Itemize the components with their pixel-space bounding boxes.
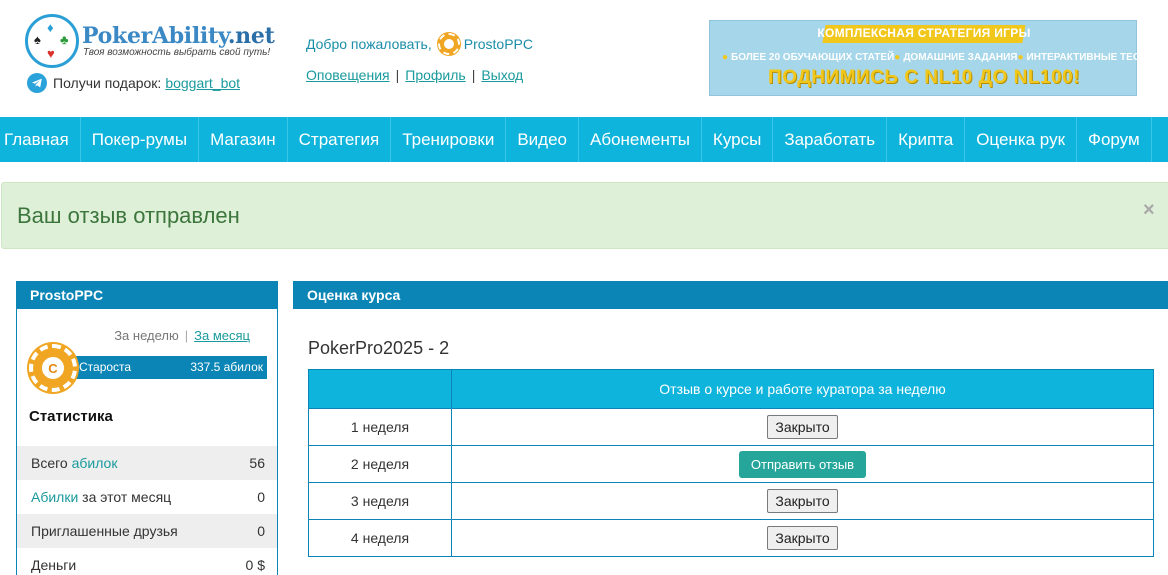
weekly-review-table: Отзыв о курсе и работе куратора за недел…	[308, 369, 1154, 557]
table-row: 1 неделя Закрыто	[308, 408, 1154, 446]
course-title: PokerPro2025 - 2	[308, 338, 450, 358]
stat-month-abilki: Абилки за этот месяц 0	[31, 489, 265, 505]
table-header-week	[308, 369, 452, 409]
success-alert: Ваш отзыв отправлен ×	[1, 182, 1168, 249]
bullet-icon: ●	[722, 52, 729, 63]
banner-features: ● БОЛЕЕ 20 ОБУЧАЮЩИХ СТАТЕЙ ● ДОМАШНИЕ ЗАД…	[722, 52, 1156, 63]
bullet-icon: ●	[1017, 52, 1024, 63]
stat-value: 0	[257, 489, 265, 505]
stats-title: Статистика	[29, 408, 113, 425]
nav-item-training[interactable]: Тренировки	[391, 117, 507, 162]
logo-wordmark: PokerAbility.net	[82, 23, 275, 49]
nav-item-poker-rooms[interactable]: Покер-румы	[81, 117, 200, 162]
logo-emblem-icon: ♠ ♦ ♣ ♥	[25, 14, 79, 68]
profile-panel-title: ProstoPPC	[17, 281, 277, 309]
rank-bar: Староста 337.5 абилок	[65, 356, 267, 379]
welcome-username[interactable]: ProstoPPC	[464, 36, 533, 52]
send-review-button[interactable]: Отправить отзыв	[738, 450, 867, 478]
closed-button[interactable]: Закрыто	[767, 526, 838, 550]
site-logo[interactable]: ♠ ♦ ♣ ♥ PokerAbility.net Твоя возможност…	[25, 14, 275, 70]
rank-name: Староста	[79, 360, 132, 374]
alert-message: Ваш отзыв отправлен	[17, 203, 240, 228]
week-label: 4 неделя	[308, 519, 452, 557]
table-row: 2 неделя Отправить отзыв	[308, 445, 1154, 483]
period-switch: За неделю | За месяц	[114, 328, 250, 343]
banner-feature: ● БОЛЕЕ 20 ОБУЧАЮЩИХ СТАТЕЙ	[722, 52, 895, 63]
logout-link[interactable]: Выход	[481, 67, 523, 83]
banner-headline: ПОДНИМИСЬ С NL10 ДО NL100!	[768, 67, 1080, 88]
user-rank-chip-icon	[437, 33, 460, 55]
closed-button[interactable]: Закрыто	[767, 489, 838, 513]
gift-promo: Получи подарок: boggart_bot	[27, 72, 240, 94]
table-header-review: Отзыв о курсе и работе куратора за недел…	[451, 369, 1154, 409]
nav-item-courses[interactable]: Курсы	[702, 117, 774, 162]
closed-button[interactable]: Закрыто	[767, 415, 838, 439]
stat-value: 0	[257, 523, 265, 539]
course-review-panel: Оценка курса PokerPro2025 - 2 Отзыв о ку…	[293, 281, 1168, 575]
strategy-banner[interactable]: КОМПЛЕКСНАЯ СТРАТЕГИЯ ИГРЫ ● БОЛЕЕ 20 ОБУ…	[709, 20, 1156, 96]
period-week-tab[interactable]: За неделю	[114, 328, 179, 343]
close-icon[interactable]: ×	[1143, 199, 1155, 222]
telegram-icon	[27, 73, 47, 93]
stat-value: 0 $	[245, 557, 265, 573]
nav-item-shop[interactable]: Магазин	[199, 117, 288, 162]
main-nav: Главная Покер-румы Магазин Стратегия Тре…	[0, 117, 1168, 162]
logo-tagline: Твоя возможность выбрать свой путь!	[83, 47, 271, 58]
stat-invited-friends: Приглашенные друзья 0	[17, 514, 277, 548]
period-month-tab[interactable]: За месяц	[194, 328, 250, 343]
banner-feature: ● ДОМАШНИЕ ЗАДАНИЯ	[894, 52, 1018, 63]
user-links: Оповещения | Профиль | Выход	[306, 67, 524, 83]
week-label: 3 неделя	[308, 482, 452, 520]
review-panel-title: Оценка курса	[293, 281, 1168, 309]
week-label: 1 неделя	[308, 408, 452, 446]
table-row: 3 неделя Закрыто	[308, 482, 1154, 520]
nav-item-forum[interactable]: Форум	[1077, 117, 1152, 162]
stat-value: 56	[249, 455, 265, 471]
gift-label: Получи подарок:	[53, 75, 162, 91]
nav-item-hand-review[interactable]: Оценка рук	[965, 117, 1078, 162]
profile-panel: ProstoPPC За неделю | За месяц Староста 33…	[16, 281, 278, 575]
rank-chip-icon: C	[29, 344, 77, 392]
bullet-icon: ●	[894, 52, 901, 63]
welcome-line: Добро пожаловать, ProstoPPC	[306, 33, 533, 55]
banner-feature: ● ИНТЕРАКТИВНЫЕ ТЕСТЫ	[1017, 52, 1156, 63]
table-row: 4 неделя Закрыто	[308, 519, 1154, 557]
gift-bot-link[interactable]: boggart_bot	[165, 75, 240, 91]
abilki-link[interactable]: Абилки	[31, 489, 78, 505]
profile-link[interactable]: Профиль	[405, 67, 465, 83]
table-header-row: Отзыв о курсе и работе куратора за недел…	[308, 369, 1154, 409]
week-label: 2 неделя	[308, 445, 452, 483]
notifications-link[interactable]: Оповещения	[306, 67, 390, 83]
nav-item-earn[interactable]: Заработать	[773, 117, 888, 162]
rank-value: 337.5 абилок	[190, 360, 263, 374]
nav-item-crypto[interactable]: Крипта	[887, 117, 966, 162]
stats-list: Всего абилок 56 Абилки за этот месяц 0 П…	[17, 446, 277, 575]
nav-item-strategy[interactable]: Стратегия	[288, 117, 392, 162]
stat-total-abilki: Всего абилок 56	[17, 446, 277, 480]
welcome-label: Добро пожаловать,	[306, 36, 432, 52]
site-header: ♠ ♦ ♣ ♥ PokerAbility.net Твоя возможност…	[0, 0, 1168, 116]
nav-item-subscriptions[interactable]: Абонементы	[579, 117, 702, 162]
abilki-link[interactable]: абилок	[72, 455, 118, 471]
stat-money: Деньги 0 $	[31, 557, 265, 573]
nav-item-home[interactable]: Главная	[0, 117, 81, 162]
nav-item-video[interactable]: Видео	[506, 117, 579, 162]
banner-top-text: КОМПЛЕКСНАЯ СТРАТЕГИЯ ИГРЫ	[817, 26, 1031, 40]
